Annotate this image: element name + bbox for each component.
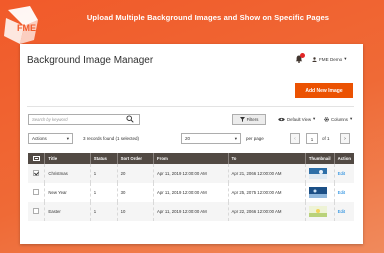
records-count: 3 records found (1 selected) xyxy=(83,136,140,141)
chevron-down-icon: ▾ xyxy=(344,56,347,61)
chevron-down-icon: ▾ xyxy=(313,116,316,121)
page-header: Background Image Manager FME Demo ▾ xyxy=(20,44,363,72)
filters-button[interactable]: Filters xyxy=(232,114,266,125)
edit-link[interactable]: Edit xyxy=(334,183,354,202)
per-page-value: 20 xyxy=(185,136,191,141)
page-number-input[interactable]: 1 xyxy=(306,133,318,144)
header-from[interactable]: From xyxy=(153,153,229,164)
table-row: Christmas 1 20 Apr 11, 2019 12:00:00 AM … xyxy=(28,164,354,183)
header-thumbnail: Thumbnail xyxy=(305,153,335,164)
cell-status: 1 xyxy=(90,183,118,202)
thumbnail-image xyxy=(308,167,327,179)
table-header-row: Title Status Sort Order From To Thumbnai… xyxy=(28,153,354,164)
table-row: New Year 1 30 Apr 11, 2019 12:00:00 AM A… xyxy=(28,183,354,202)
select-all-header[interactable] xyxy=(28,153,46,164)
header-to[interactable]: To xyxy=(228,153,306,164)
per-page-label: per page xyxy=(246,136,264,141)
notification-badge xyxy=(300,53,305,58)
row-checkbox[interactable] xyxy=(33,170,40,176)
user-icon xyxy=(312,56,317,62)
user-menu[interactable]: FME Demo ▾ xyxy=(312,56,347,62)
search-icon[interactable] xyxy=(126,115,134,123)
table-row: Easter 1 10 Apr 11, 2019 12:00:00 AM Apr… xyxy=(28,202,354,221)
per-page-dropdown[interactable]: 20 ▾ xyxy=(181,133,241,144)
previous-page-button[interactable]: ‹ xyxy=(290,133,300,144)
cell-status: 1 xyxy=(90,202,118,221)
row-checkbox[interactable] xyxy=(33,208,40,214)
chevron-down-icon: ▾ xyxy=(349,116,353,121)
chevron-down-icon: ▾ xyxy=(66,135,69,141)
cell-from: Apr 11, 2019 12:00:00 AM xyxy=(153,164,229,183)
banner-title: Upload Multiple Background Images and Sh… xyxy=(86,13,330,22)
admin-panel: Background Image Manager FME Demo ▾ Add … xyxy=(20,44,363,244)
columns-control[interactable]: Columns ▾ xyxy=(324,116,352,122)
page-title: Background Image Manager xyxy=(27,55,154,66)
cell-from: Apr 11, 2019 12:00:00 AM xyxy=(153,202,229,221)
next-page-button[interactable]: › xyxy=(340,133,350,144)
svg-text:FME: FME xyxy=(17,23,36,33)
header-status[interactable]: Status xyxy=(90,153,118,164)
cell-to: Apr 25, 2075 12:00:00 AM xyxy=(228,183,306,202)
user-name: FME Demo xyxy=(319,56,343,62)
header-sort-order[interactable]: Sort Order xyxy=(117,153,155,164)
cell-sort-order: 20 xyxy=(117,164,155,183)
edit-link[interactable]: Edit xyxy=(334,202,354,221)
header-action: Action xyxy=(334,153,354,164)
page-count: of 1 xyxy=(322,136,330,141)
header-title[interactable]: Title xyxy=(44,153,91,164)
divider xyxy=(27,106,354,107)
cell-to: Apr 21, 2066 12:00:00 AM xyxy=(228,164,306,183)
cell-title: Christmas xyxy=(44,164,91,183)
gear-icon xyxy=(324,116,329,122)
thumbnail-image xyxy=(308,205,327,217)
edit-link[interactable]: Edit xyxy=(334,164,354,183)
add-new-image-button[interactable]: Add New Image xyxy=(295,83,353,98)
row-checkbox[interactable] xyxy=(33,189,40,195)
view-label: Default View xyxy=(287,116,312,122)
funnel-icon xyxy=(239,117,245,122)
search-input[interactable]: Search by keyword xyxy=(28,114,140,125)
cell-sort-order: 30 xyxy=(117,183,155,202)
view-switcher[interactable]: Default View ▾ xyxy=(278,116,315,122)
images-grid: Title Status Sort Order From To Thumbnai… xyxy=(28,153,354,221)
actions-label: Actions xyxy=(32,136,47,141)
cell-status: 1 xyxy=(90,164,118,183)
chevron-down-icon: ▾ xyxy=(234,135,237,141)
cell-to: Apr 22, 2066 12:00:00 AM xyxy=(228,202,306,221)
eye-icon xyxy=(278,117,285,121)
cell-sort-order: 10 xyxy=(117,202,155,221)
filters-label: Filters xyxy=(246,117,259,122)
actions-dropdown[interactable]: Actions ▾ xyxy=(28,133,73,144)
cell-title: Easter xyxy=(44,202,91,221)
thumbnail-image xyxy=(308,186,327,198)
cell-from: Apr 11, 2019 12:00:00 AM xyxy=(153,183,229,202)
mass-select-checkbox[interactable] xyxy=(32,155,40,161)
columns-label: Columns xyxy=(331,116,348,122)
cell-title: New Year xyxy=(44,183,91,202)
fme-logo-icon: FME xyxy=(4,6,38,44)
